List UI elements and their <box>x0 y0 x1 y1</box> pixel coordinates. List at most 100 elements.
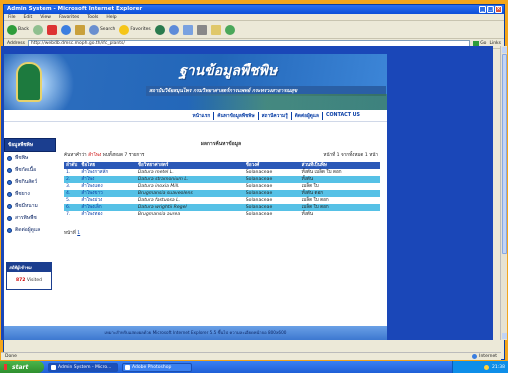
messenger-icon <box>224 24 235 35</box>
sidebar-item[interactable]: สารพิษพืช <box>4 212 56 224</box>
status-bar: Done Internet <box>1 352 501 360</box>
back-button[interactable]: Back <box>7 24 29 35</box>
row-number: 6. <box>64 204 80 211</box>
menu-view[interactable]: View <box>40 14 51 20</box>
table-header-row: ลำดับ ชื่อไทย ชื่อวิทยาศาสตร์ ชื่อวงศ์ ส… <box>64 162 380 169</box>
search-label: Search <box>99 27 116 32</box>
row-thai-name[interactable]: ลำโพงม่วง <box>79 197 136 204</box>
zone-label: Internet <box>479 354 497 359</box>
bullet-icon <box>7 227 12 233</box>
sidebar-item-label: พืชยาง <box>15 191 30 197</box>
sidebar-item-label: พืชกินสัตว์ <box>15 179 38 185</box>
row-thai-name[interactable]: ลำโพงขาว <box>79 190 136 197</box>
counter-heading: สถิติผู้เข้าชม <box>7 263 51 272</box>
maximize-button[interactable]: □ <box>487 6 494 13</box>
result-text: ค้นหาคำว่า <box>64 153 87 158</box>
row-family: Solanaceae <box>243 183 300 190</box>
sidebar-item[interactable]: พืชพิษ <box>4 152 56 164</box>
row-toxic-part: ทั้งต้น <box>299 176 380 183</box>
row-family: Solanaceae <box>243 169 300 176</box>
sidebar-item[interactable]: พืชกัดเนื้อ <box>4 164 56 176</box>
col-scientific-name: ชื่อวิทยาศาสตร์ <box>135 162 244 169</box>
print-button[interactable] <box>196 24 207 35</box>
globe-icon <box>472 354 478 359</box>
stop-button[interactable] <box>46 24 57 35</box>
minimize-button[interactable]: _ <box>479 6 486 13</box>
messenger-button[interactable] <box>224 24 235 35</box>
edit-button[interactable] <box>210 24 221 35</box>
menu-file[interactable]: File <box>8 14 16 20</box>
sidebar-item[interactable]: พืชมีหนาม <box>4 200 56 212</box>
favorites-button[interactable]: Favorites <box>119 24 151 35</box>
task-label: Admin System - Micro... <box>58 364 112 370</box>
start-button[interactable]: start <box>0 361 44 373</box>
nav-contact-us[interactable]: CONTACT US <box>323 113 363 118</box>
search-icon <box>88 24 99 35</box>
menu-edit[interactable]: Edit <box>24 14 33 20</box>
table-row[interactable]: 5. ลำโพงม่วง Datura fastuosa L. Solanace… <box>64 197 380 204</box>
row-scientific-name: Datura fastuosa L. <box>135 197 244 204</box>
refresh-button[interactable] <box>60 24 71 35</box>
col-number: ลำดับ <box>64 162 80 169</box>
table-row[interactable]: 6. ลำโพงเล็ก Datura wrightii Regel Solan… <box>64 204 380 211</box>
nav-knowledge[interactable]: สถานีความรู้ <box>259 111 292 120</box>
windows-flag-icon <box>4 364 10 370</box>
tray-icon[interactable] <box>484 364 490 370</box>
taskbar-item-browser[interactable]: Admin System - Micro... <box>48 362 118 372</box>
nav-search[interactable]: ค้นหาข้อมูลพืชพิษ <box>214 111 259 120</box>
row-thai-name[interactable]: ลำโพง <box>79 176 136 183</box>
history-button[interactable] <box>168 24 179 35</box>
row-number: 7. <box>64 211 80 218</box>
back-arrow-icon <box>7 24 17 35</box>
media-button[interactable] <box>154 24 165 35</box>
sidebar-item[interactable]: ติดต่อผู้ดูแล <box>4 224 56 236</box>
mail-button[interactable] <box>182 24 193 35</box>
row-toxic-part: ทั้งต้น เมล็ด ใบ ดอก <box>299 169 380 176</box>
history-icon <box>168 24 179 35</box>
mail-icon <box>182 24 193 35</box>
row-thai-name[interactable]: ลำโพงแดง <box>79 183 136 190</box>
menu-favorites[interactable]: Favorites <box>59 14 79 20</box>
row-number: 4. <box>64 190 80 197</box>
row-scientific-name: Brugmansia suaveolens <box>135 190 244 197</box>
taskbar-item-photoshop[interactable]: Adobe Photoshop <box>122 362 192 372</box>
row-thai-name[interactable]: ลำโพงกาสลัก <box>79 169 136 176</box>
table-row[interactable]: 3. ลำโพงแดง Datura inoxia Mill. Solanace… <box>64 183 380 190</box>
forward-button[interactable] <box>32 24 43 35</box>
nav-contact-admin[interactable]: ติดต่อผู้ดูแล <box>292 111 323 120</box>
browser-icon <box>51 364 56 370</box>
sidebar-item-label: พืชมีหนาม <box>15 203 38 209</box>
table-row[interactable]: 4. ลำโพงขาว Brugmansia suaveolens Solana… <box>64 190 380 197</box>
menu-tools[interactable]: Tools <box>87 14 98 20</box>
scroll-down-icon[interactable] <box>502 333 507 339</box>
result-count: พบทั้งหมด 7 รายการ <box>102 153 145 158</box>
counter-number: 872 <box>15 278 26 283</box>
pager-page-link[interactable]: 1 <box>77 231 80 236</box>
row-number: 5. <box>64 197 80 204</box>
home-button[interactable] <box>74 24 85 35</box>
scroll-thumb[interactable] <box>502 54 507 254</box>
menu-help[interactable]: Help <box>106 14 116 20</box>
star-icon <box>119 24 130 35</box>
table-row[interactable]: 2. ลำโพง Datura stramonium L. Solanaceae… <box>64 176 380 183</box>
col-thai-name: ชื่อไทย <box>79 162 136 169</box>
row-thai-name[interactable]: ลำโพงเล็ก <box>79 204 136 211</box>
bullet-icon <box>7 167 12 173</box>
row-thai-name[interactable]: ลำโพงทอง <box>79 211 136 218</box>
sidebar-item[interactable]: พืชยาง <box>4 188 56 200</box>
results-table: ลำดับ ชื่อไทย ชื่อวิทยาศาสตร์ ชื่อวงศ์ ส… <box>64 162 380 218</box>
table-row[interactable]: 1. ลำโพงกาสลัก Datura metel L. Solanacea… <box>64 169 380 176</box>
search-button[interactable]: Search <box>88 24 116 35</box>
visitor-counter: สถิติผู้เข้าชม 872 Visited <box>6 262 52 290</box>
row-scientific-name: Brugmansia aurea <box>135 211 244 218</box>
scroll-up-icon[interactable] <box>502 47 507 53</box>
nav-home[interactable]: หน้าแรก <box>190 111 215 120</box>
menu-bar: File Edit View Favorites Tools Help <box>4 14 504 21</box>
page-viewport: ฐานข้อมูลพืชพิษ สถาบันวิจัยสมุนไพร กรมวิ… <box>1 46 493 340</box>
row-scientific-name: Datura stramonium L. <box>135 176 244 183</box>
sidebar-item[interactable]: พืชกินสัตว์ <box>4 176 56 188</box>
vertical-scrollbar[interactable] <box>500 46 507 340</box>
task-label: Adobe Photoshop <box>132 364 172 370</box>
table-row[interactable]: 7. ลำโพงทอง Brugmansia aurea Solanaceae … <box>64 211 380 218</box>
close-button[interactable]: × <box>495 6 502 13</box>
